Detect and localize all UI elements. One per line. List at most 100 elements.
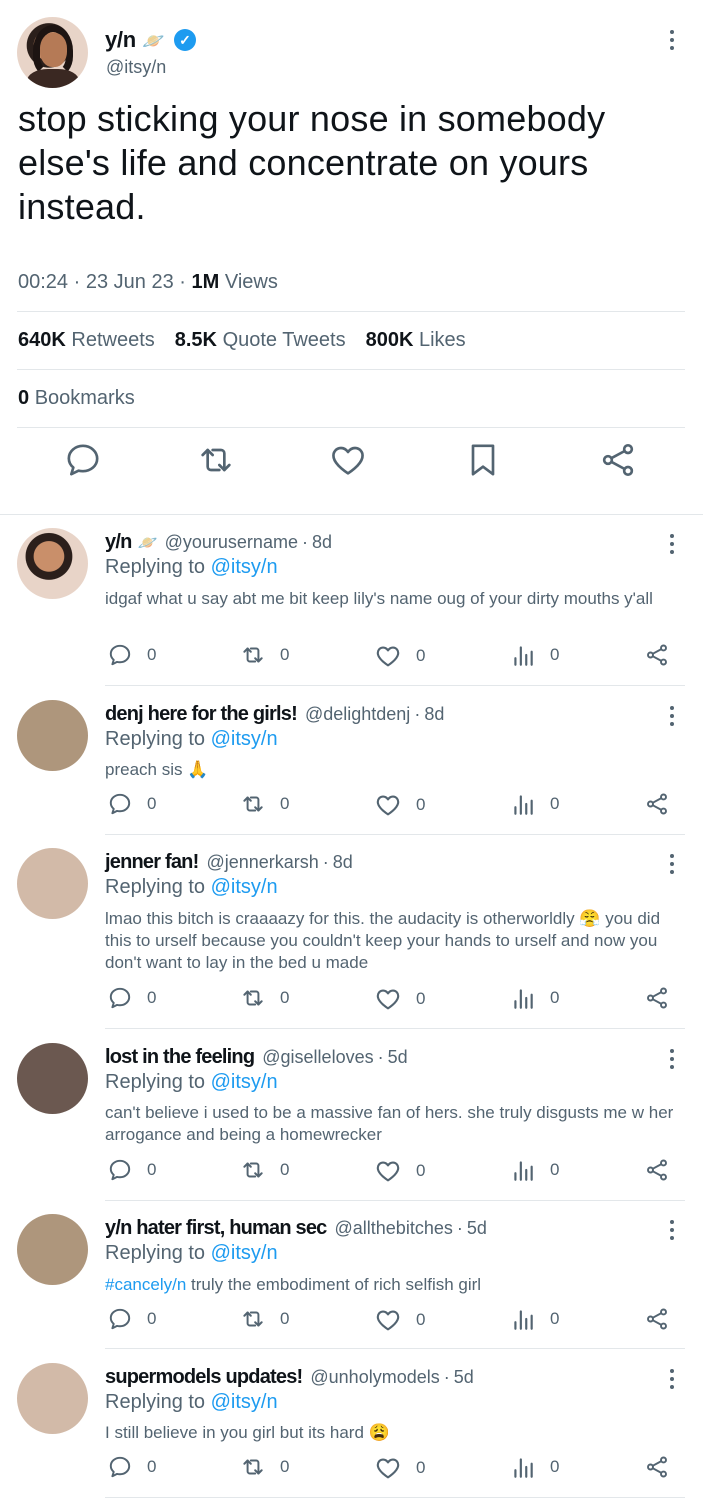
views-button[interactable]: 0 [510, 1157, 559, 1183]
more-options-icon[interactable] [669, 1369, 675, 1389]
avatar[interactable] [17, 528, 88, 599]
share-icon [647, 987, 667, 1009]
more-options-icon[interactable] [669, 30, 675, 50]
bookmarks-stat[interactable]: 0 Bookmarks [18, 387, 135, 410]
views-count: 0 [550, 645, 560, 664]
reply-button[interactable]: 0 [107, 642, 156, 668]
reply-handle[interactable]: @giselleloves [262, 1047, 373, 1067]
replying-to-link[interactable]: @itsy/n [211, 876, 278, 898]
engagement-stats: 640K Retweets 8.5K Quote Tweets 800K Lik… [18, 329, 466, 352]
reply-handle[interactable]: @delightdenj [305, 704, 410, 724]
avatar[interactable] [17, 1043, 88, 1114]
reply-text: I still believe in you girl but its hard… [105, 1423, 390, 1442]
views-count: 1M [191, 271, 220, 293]
retweet-count: 0 [280, 1457, 290, 1476]
retweets-stat[interactable]: 640K Retweets [18, 329, 155, 352]
like-button[interactable]: 0 [374, 642, 425, 670]
retweet-button[interactable]: 0 [240, 1306, 289, 1332]
reply-button[interactable]: 0 [107, 791, 156, 817]
analytics-icon [514, 1161, 533, 1181]
retweet-icon [243, 990, 263, 1006]
reply-handle[interactable]: @yourusername [165, 532, 298, 552]
retweet-icon[interactable] [196, 440, 236, 480]
views-button[interactable]: 0 [510, 985, 559, 1011]
retweet-button[interactable]: 0 [240, 791, 289, 817]
share-icon[interactable] [598, 440, 638, 480]
tweet-date: 23 Jun 23 [85, 271, 174, 293]
more-options-icon[interactable] [669, 854, 675, 874]
reply-icon[interactable] [63, 440, 103, 480]
reply-author-name[interactable]: denj here for the girls! @delightdenj · 8d [105, 703, 444, 726]
avatar[interactable] [17, 1363, 88, 1434]
reply-count: 0 [147, 794, 157, 813]
more-options-icon[interactable] [669, 534, 675, 554]
like-button[interactable]: 0 [374, 985, 425, 1013]
analytics-icon [514, 795, 533, 815]
more-options-icon[interactable] [669, 1220, 675, 1240]
views-button[interactable]: 0 [510, 1306, 559, 1332]
display-name: y/n [105, 531, 132, 553]
like-button[interactable]: 0 [374, 1306, 425, 1334]
share-icon [647, 1308, 667, 1330]
divider [105, 1200, 685, 1201]
like-button[interactable]: 0 [374, 1454, 425, 1482]
like-button[interactable]: 0 [374, 1157, 425, 1185]
share-button[interactable] [644, 1306, 670, 1332]
views-button[interactable]: 0 [510, 642, 559, 668]
share-button[interactable] [644, 642, 670, 668]
reply-author-name[interactable]: y/n 🪐 @yourusername · 8d [105, 531, 332, 554]
reply-author-name[interactable]: jenner fan! @jennerkarsh · 8d [105, 851, 353, 874]
replying-to-link[interactable]: @itsy/n [211, 1071, 278, 1093]
verified-badge-icon: ✓ [174, 29, 196, 51]
replying-to-link[interactable]: @itsy/n [211, 1391, 278, 1413]
share-button[interactable] [644, 985, 670, 1011]
hashtag-link[interactable]: #cancely/n [105, 1275, 186, 1294]
avatar[interactable] [17, 848, 88, 919]
reply-button[interactable]: 0 [107, 1454, 156, 1480]
retweet-button[interactable]: 0 [240, 985, 289, 1011]
reply-button[interactable]: 0 [107, 985, 156, 1011]
views-button[interactable]: 0 [510, 1454, 559, 1480]
share-button[interactable] [644, 1454, 670, 1480]
replying-to: Replying to @itsy/n [105, 1071, 278, 1093]
retweet-button[interactable]: 0 [240, 1454, 289, 1480]
divider [0, 514, 703, 515]
share-button[interactable] [644, 1157, 670, 1183]
reply-handle[interactable]: @jennerkarsh [206, 852, 318, 872]
replying-to: Replying to @itsy/n [105, 556, 278, 578]
reply-author-name[interactable]: supermodels updates! @unholymodels · 5d [105, 1366, 474, 1389]
replying-to-link[interactable]: @itsy/n [211, 1242, 278, 1264]
like-count: 0 [416, 795, 426, 814]
reply-text: idgaf what u say abt me bit keep lily's … [105, 589, 653, 608]
views-button[interactable]: 0 [510, 791, 559, 817]
author-handle[interactable]: @itsy/n [106, 57, 166, 78]
views-count: 0 [550, 1309, 560, 1328]
reply-handle[interactable]: @allthebitches [335, 1218, 453, 1238]
like-icon[interactable] [328, 440, 368, 480]
reply-handle[interactable]: @unholymodels [310, 1367, 439, 1387]
bookmark-icon[interactable] [463, 440, 503, 480]
like-button[interactable]: 0 [374, 791, 425, 819]
author-avatar[interactable] [17, 17, 88, 88]
reply-button[interactable]: 0 [107, 1157, 156, 1183]
reply-button[interactable]: 0 [107, 1306, 156, 1332]
replying-to-link[interactable]: @itsy/n [211, 728, 278, 750]
more-options-icon[interactable] [669, 1049, 675, 1069]
reply-count: 0 [147, 645, 157, 664]
share-button[interactable] [644, 791, 670, 817]
avatar[interactable] [17, 1214, 88, 1285]
retweet-button[interactable]: 0 [240, 1157, 289, 1183]
quotes-stat[interactable]: 8.5K Quote Tweets [175, 329, 346, 352]
more-options-icon[interactable] [669, 706, 675, 726]
avatar[interactable] [17, 700, 88, 771]
replying-to-link[interactable]: @itsy/n [211, 556, 278, 578]
reply-author-name[interactable]: lost in the feeling @giselleloves · 5d [105, 1046, 408, 1069]
tweet-actions [0, 440, 703, 486]
planet-emoji: 🪐 [137, 535, 158, 552]
likes-stat[interactable]: 800K Likes [366, 329, 466, 352]
reply-author-name[interactable]: y/n hater first, human sec @allthebitches… [105, 1217, 487, 1240]
author-name[interactable]: y/n [105, 27, 136, 53]
retweet-count: 0 [280, 794, 290, 813]
retweet-button[interactable]: 0 [240, 642, 289, 668]
reply-age: 8d [311, 532, 332, 552]
